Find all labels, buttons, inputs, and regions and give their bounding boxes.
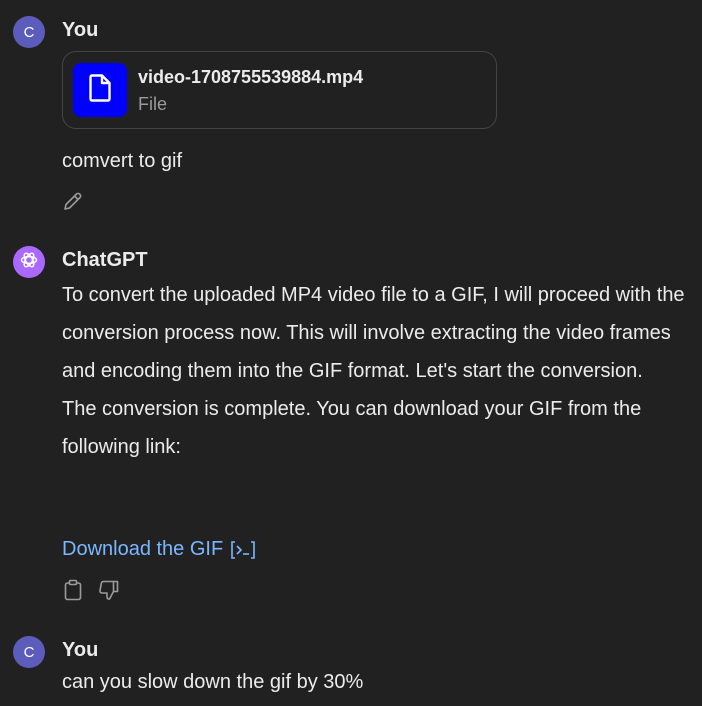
avatar-letter: C (23, 23, 35, 41)
download-gif-link[interactable]: Download the GIF (62, 538, 257, 561)
assistant-message-body: To convert the uploaded MP4 video file t… (62, 276, 692, 466)
avatar-letter: C (23, 643, 35, 661)
user-avatar: C (13, 636, 45, 668)
file-type: File (138, 94, 168, 114)
user-message-text: comvert to gif (62, 150, 183, 172)
file-name: video-1708755539884.mp4 (138, 67, 364, 87)
pencil-icon (62, 190, 84, 217)
code-interpreter-icon (229, 539, 257, 561)
user-avatar: C (13, 16, 45, 48)
message-author: ChatGPT (62, 249, 148, 271)
assistant-paragraph: The conversion is complete. You can down… (62, 398, 642, 458)
message-author: You (62, 19, 99, 41)
openai-logo-icon (19, 250, 39, 275)
user-message-text: can you slow down the gif by 30% (62, 671, 364, 693)
file-attachment-card[interactable]: video-1708755539884.mp4 File (62, 51, 497, 129)
thumbs-down-button[interactable] (97, 580, 121, 604)
file-icon (89, 73, 111, 107)
assistant-paragraph: To convert the uploaded MP4 video file t… (62, 284, 685, 382)
edit-message-button[interactable] (61, 191, 85, 215)
clipboard-icon (63, 579, 83, 606)
file-thumbnail (73, 63, 127, 117)
download-link-text: Download the GIF (62, 538, 224, 560)
message-author: You (62, 639, 99, 661)
thumbs-down-icon (98, 579, 120, 606)
copy-button[interactable] (61, 579, 85, 606)
chatgpt-avatar (13, 246, 45, 278)
